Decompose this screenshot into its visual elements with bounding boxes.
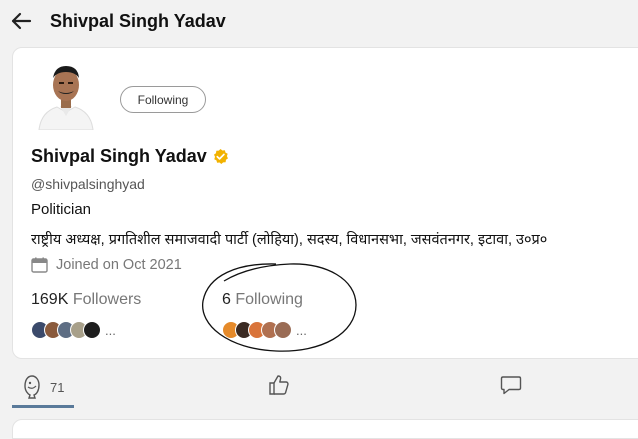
tab-koos[interactable]: 71 (22, 374, 64, 400)
profile-handle: @shivpalsinghyad (31, 176, 145, 192)
profile-bio: राष्ट्रीय अध्यक्ष, प्रगतिशील समाजवादी पा… (31, 232, 548, 248)
verified-badge-icon (213, 148, 228, 165)
following-avatars[interactable]: ... (222, 321, 307, 339)
following-stat[interactable]: 6 Following (222, 291, 303, 309)
followers-stat[interactable]: 169K Followers (31, 291, 141, 309)
next-card (12, 419, 638, 439)
profile-card: Following Shivpal Singh Yadav @shivpalsi… (12, 47, 638, 359)
joined-date: Joined on Oct 2021 (56, 257, 182, 273)
active-tab-indicator (12, 405, 74, 408)
following-button[interactable]: Following (120, 86, 206, 113)
followers-label: Followers (72, 291, 142, 308)
koo-bird-icon (24, 375, 40, 399)
back-arrow-icon[interactable] (10, 10, 32, 32)
joined-row: Joined on Oct 2021 (31, 257, 182, 273)
tab-comments[interactable] (500, 374, 522, 396)
thumbs-up-icon (269, 375, 289, 395)
followers-count: 169K (31, 291, 69, 308)
page-title: Shivpal Singh Yadav (50, 11, 226, 31)
comment-icon (500, 376, 522, 395)
profile-name-row: Shivpal Singh Yadav (31, 146, 229, 167)
follower-avatar (83, 321, 101, 339)
profile-role: Politician (31, 201, 92, 218)
following-more: ... (296, 322, 307, 338)
followers-avatars[interactable]: ... (31, 321, 116, 339)
profile-name: Shivpal Singh Yadav (31, 146, 207, 166)
following-count: 6 (222, 291, 231, 308)
following-label: Following (235, 291, 303, 308)
following-avatar (274, 321, 292, 339)
koos-count: 71 (50, 379, 65, 395)
profile-tabs: 71 (0, 362, 638, 439)
followers-more: ... (105, 322, 116, 338)
top-bar: Shivpal Singh Yadav (0, 0, 638, 44)
tab-likes[interactable] (268, 374, 290, 396)
avatar[interactable] (35, 60, 97, 130)
calendar-icon (31, 257, 48, 273)
